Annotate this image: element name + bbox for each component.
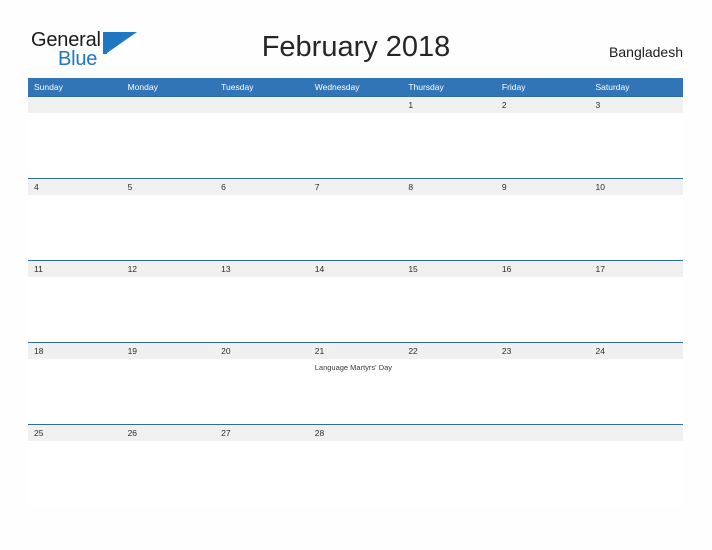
weekday-header-wednesday: Wednesday bbox=[314, 82, 360, 92]
day-number[interactable]: 6 bbox=[215, 179, 309, 195]
day-number[interactable]: 10 bbox=[589, 179, 683, 195]
day-event[interactable] bbox=[122, 359, 216, 424]
day-number[interactable]: 21 bbox=[309, 343, 403, 359]
day-event[interactable] bbox=[215, 277, 309, 342]
day-event[interactable] bbox=[496, 359, 590, 424]
day-number[interactable]: 26 bbox=[122, 425, 216, 441]
day-number[interactable]: 2 bbox=[496, 97, 590, 113]
day-number[interactable]: 13 bbox=[215, 261, 309, 277]
day-event[interactable] bbox=[402, 195, 496, 260]
calendar-grid: Sunday Monday Tuesday Wednesday Thursday… bbox=[28, 78, 683, 506]
day-event[interactable] bbox=[309, 113, 403, 178]
weekday-header-tuesday: Tuesday bbox=[221, 82, 254, 92]
day-number[interactable]: 3 bbox=[589, 97, 683, 113]
day-number[interactable]: 20 bbox=[215, 343, 309, 359]
day-event[interactable] bbox=[309, 277, 403, 342]
day-event[interactable] bbox=[28, 195, 122, 260]
weekday-header-monday: Monday bbox=[127, 82, 158, 92]
week-event-strip: Language Martyrs' Day bbox=[28, 359, 683, 424]
day-number[interactable]: 12 bbox=[122, 261, 216, 277]
day-event[interactable] bbox=[402, 113, 496, 178]
day-number[interactable]: 18 bbox=[28, 343, 122, 359]
day-number[interactable]: 9 bbox=[496, 179, 590, 195]
week-date-strip: 18 19 20 21 22 23 24 bbox=[28, 343, 683, 359]
day-event[interactable] bbox=[215, 359, 309, 424]
week-event-strip bbox=[28, 277, 683, 342]
day-number[interactable] bbox=[122, 97, 216, 113]
country-label: Bangladesh bbox=[609, 44, 683, 60]
day-number[interactable] bbox=[28, 97, 122, 113]
day-event[interactable] bbox=[28, 113, 122, 178]
day-number[interactable] bbox=[402, 425, 496, 441]
day-event[interactable] bbox=[28, 277, 122, 342]
day-event[interactable] bbox=[28, 441, 122, 506]
day-event[interactable] bbox=[589, 113, 683, 178]
day-event[interactable] bbox=[122, 277, 216, 342]
day-number[interactable] bbox=[496, 425, 590, 441]
day-event[interactable] bbox=[215, 441, 309, 506]
day-event[interactable] bbox=[402, 359, 496, 424]
day-number[interactable]: 23 bbox=[496, 343, 590, 359]
day-number[interactable]: 11 bbox=[28, 261, 122, 277]
day-event[interactable] bbox=[589, 441, 683, 506]
day-event[interactable] bbox=[122, 113, 216, 178]
page-header: General Blue February 2018 Bangladesh bbox=[0, 0, 712, 78]
week-row: 11 12 13 14 15 16 17 bbox=[28, 260, 683, 342]
day-event[interactable] bbox=[496, 441, 590, 506]
day-number[interactable]: 14 bbox=[309, 261, 403, 277]
day-event[interactable] bbox=[496, 195, 590, 260]
day-number[interactable] bbox=[215, 97, 309, 113]
week-row: 18 19 20 21 22 23 24 Language Martyrs' D… bbox=[28, 342, 683, 424]
day-event[interactable] bbox=[589, 277, 683, 342]
day-event[interactable] bbox=[309, 441, 403, 506]
day-event[interactable] bbox=[122, 441, 216, 506]
day-number[interactable] bbox=[309, 97, 403, 113]
day-event[interactable] bbox=[28, 359, 122, 424]
day-event[interactable] bbox=[215, 195, 309, 260]
day-number[interactable]: 1 bbox=[402, 97, 496, 113]
week-event-strip bbox=[28, 195, 683, 260]
day-number[interactable]: 25 bbox=[28, 425, 122, 441]
page-title: February 2018 bbox=[261, 31, 451, 63]
week-row: 1 2 3 bbox=[28, 96, 683, 178]
day-event-holiday[interactable]: Language Martyrs' Day bbox=[309, 359, 403, 424]
day-number[interactable]: 4 bbox=[28, 179, 122, 195]
weekday-header-saturday: Saturday bbox=[595, 82, 630, 92]
day-event[interactable] bbox=[589, 195, 683, 260]
weekday-header-friday: Friday bbox=[501, 82, 526, 92]
day-number[interactable]: 7 bbox=[309, 179, 403, 195]
week-row: 25 26 27 28 bbox=[28, 424, 683, 506]
week-event-strip bbox=[28, 113, 683, 178]
day-event[interactable] bbox=[122, 195, 216, 260]
day-number[interactable]: 24 bbox=[589, 343, 683, 359]
day-event[interactable] bbox=[496, 277, 590, 342]
week-event-strip bbox=[28, 441, 683, 506]
week-date-strip: 11 12 13 14 15 16 17 bbox=[28, 261, 683, 277]
day-event[interactable] bbox=[589, 359, 683, 424]
week-date-strip: 4 5 6 7 8 9 10 bbox=[28, 179, 683, 195]
day-event[interactable] bbox=[215, 113, 309, 178]
day-number[interactable]: 17 bbox=[589, 261, 683, 277]
weekday-header-sunday: Sunday bbox=[34, 82, 63, 92]
day-event[interactable] bbox=[402, 277, 496, 342]
day-number[interactable]: 28 bbox=[309, 425, 403, 441]
day-number[interactable]: 5 bbox=[122, 179, 216, 195]
day-event[interactable] bbox=[402, 441, 496, 506]
day-number[interactable]: 22 bbox=[402, 343, 496, 359]
day-number[interactable]: 15 bbox=[402, 261, 496, 277]
weekday-header-row: Sunday Monday Tuesday Wednesday Thursday… bbox=[28, 78, 683, 96]
day-event[interactable] bbox=[496, 113, 590, 178]
day-number[interactable]: 19 bbox=[122, 343, 216, 359]
day-number[interactable]: 27 bbox=[215, 425, 309, 441]
week-date-strip: 1 2 3 bbox=[28, 97, 683, 113]
week-row: 4 5 6 7 8 9 10 bbox=[28, 178, 683, 260]
week-date-strip: 25 26 27 28 bbox=[28, 425, 683, 441]
day-number[interactable]: 8 bbox=[402, 179, 496, 195]
day-number[interactable]: 16 bbox=[496, 261, 590, 277]
day-event[interactable] bbox=[309, 195, 403, 260]
day-number[interactable] bbox=[589, 425, 683, 441]
weekday-header-thursday: Thursday bbox=[408, 82, 444, 92]
